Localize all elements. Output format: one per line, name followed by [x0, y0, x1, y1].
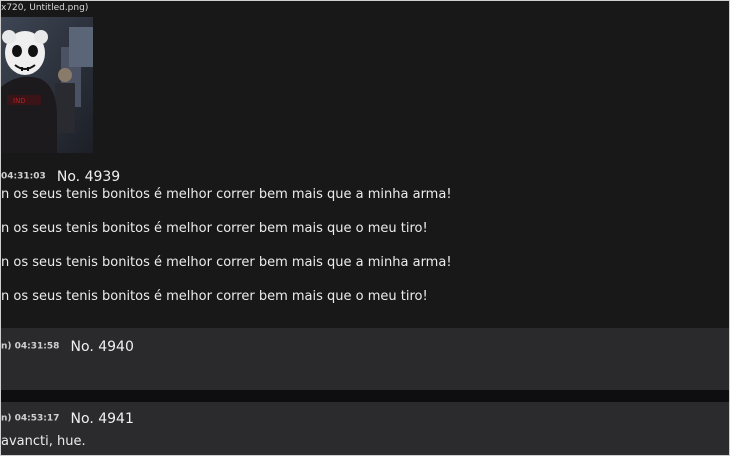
post-line-3: n os seus tenis bonitos é melhor correr …: [1, 255, 452, 270]
post-number-link[interactable]: No. 4940: [71, 339, 134, 355]
post-text: avancti, hue.: [1, 434, 86, 449]
post-time: n) 04:53:17: [1, 413, 60, 424]
post-header: 04:31:03 No. 4939: [1, 166, 120, 185]
post-line-4: n os seus tenis bonitos é melhor correr …: [1, 289, 428, 304]
post-image-thumbnail[interactable]: IND: [1, 17, 93, 153]
file-info[interactable]: x720, Untitled.png): [1, 3, 88, 13]
post-4939: x720, Untitled.png) IND 04:31:03 No. 493…: [1, 1, 729, 327]
post-number-link[interactable]: No. 4939: [57, 169, 120, 185]
post-number-link[interactable]: No. 4941: [71, 411, 134, 427]
post-4940: n) 04:31:58 No. 4940: [1, 328, 729, 390]
thread-view: x720, Untitled.png) IND 04:31:03 No. 493…: [0, 0, 730, 456]
thumbnail-image: IND: [1, 17, 93, 153]
post-separator: [1, 390, 729, 402]
post-time: 04:31:03: [1, 171, 46, 182]
svg-text:IND: IND: [13, 97, 26, 105]
post-line-1: n os seus tenis bonitos é melhor correr …: [1, 187, 452, 202]
post-header: n) 04:53:17 No. 4941: [1, 408, 134, 427]
post-4941: n) 04:53:17 No. 4941 avancti, hue.: [1, 402, 729, 455]
post-time: n) 04:31:58: [1, 341, 60, 352]
post-header: n) 04:31:58 No. 4940: [1, 336, 134, 355]
post-line-2: n os seus tenis bonitos é melhor correr …: [1, 221, 428, 236]
